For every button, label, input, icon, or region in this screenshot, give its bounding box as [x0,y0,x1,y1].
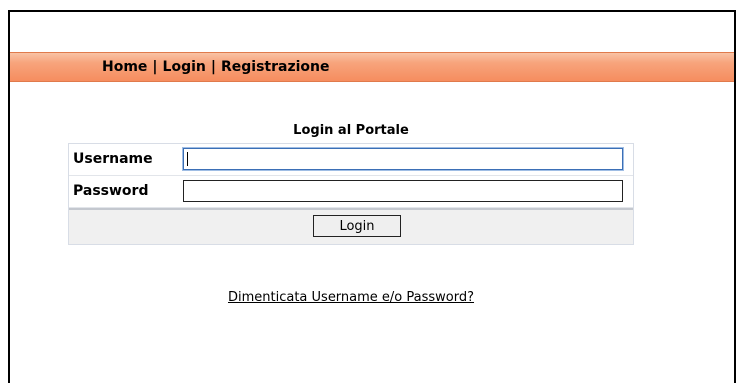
nav-link-registrazione[interactable]: Registrazione [221,59,330,75]
password-row: Password [69,176,633,208]
password-input[interactable] [183,180,623,202]
username-row: Username [69,144,633,176]
forgot-credentials-link[interactable]: Dimenticata Username e/o Password? [68,290,634,305]
nav-separator: | [152,59,158,75]
username-label: Username [73,151,153,167]
nav-separator: | [210,59,216,75]
username-input[interactable] [183,148,623,170]
login-form: Username Password Login [68,143,634,245]
nav-links: Home | Login | Registrazione [102,59,330,75]
login-title: Login al Portale [293,123,409,138]
nav-link-home[interactable]: Home [102,59,147,75]
text-caret [187,152,188,166]
password-label: Password [73,183,149,199]
login-button[interactable]: Login [313,215,401,237]
top-navigation-bar: Home | Login | Registrazione [10,52,734,82]
submit-row: Login [69,208,633,244]
nav-link-login[interactable]: Login [163,59,206,75]
page-frame: Home | Login | Registrazione Login al Portal… [8,10,736,383]
